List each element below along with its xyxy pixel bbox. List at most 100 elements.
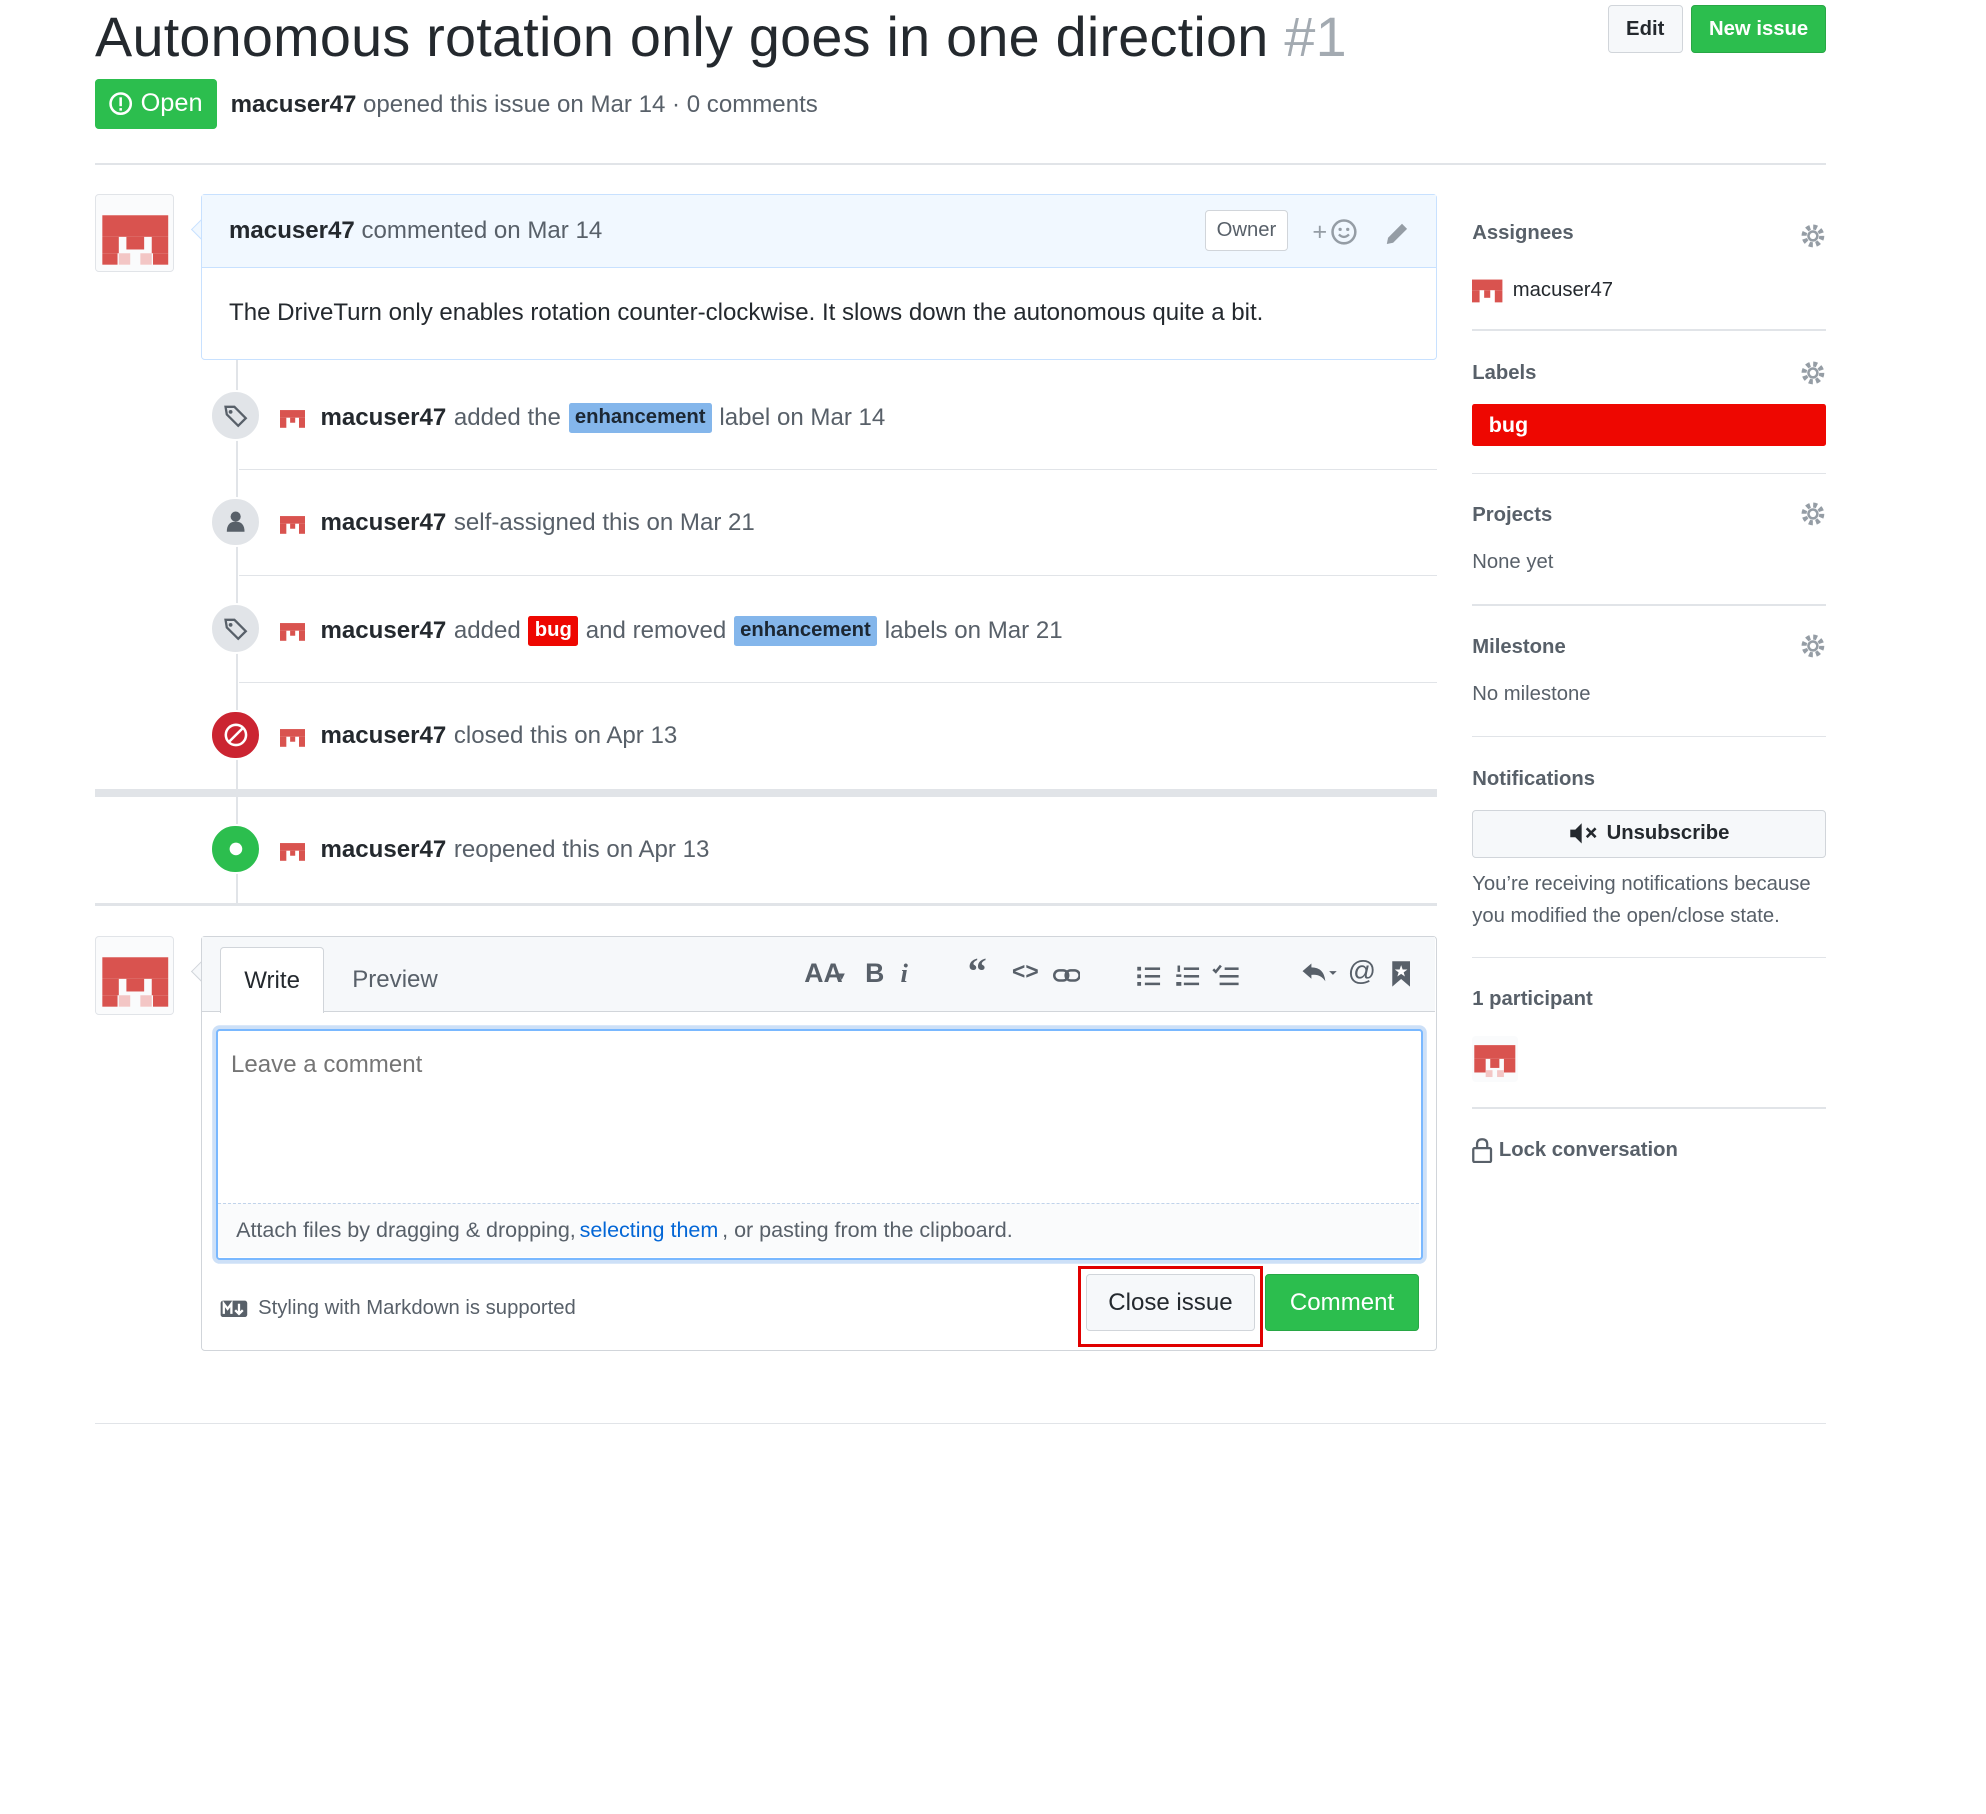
projects-value: None yet: [1472, 551, 1554, 574]
select-files-link[interactable]: selecting them: [580, 1218, 719, 1243]
tab-preview[interactable]: Preview: [334, 947, 456, 1013]
unsubscribe-label: Unsubscribe: [1606, 822, 1730, 845]
add-reaction-button[interactable]: +: [1312, 218, 1357, 247]
heading-icon[interactable]: AA: [804, 958, 842, 989]
event-relabeled: macuser47 added bug and removed enhancem…: [280, 615, 1063, 647]
avatar[interactable]: [280, 511, 306, 536]
enhancement-label[interactable]: enhancement: [733, 615, 878, 647]
timeline-break: [95, 789, 1437, 797]
sidebar-divider: [1472, 472, 1826, 474]
avatar[interactable]: [280, 618, 306, 643]
event-text: added: [453, 616, 521, 644]
italic-icon[interactable]: i: [901, 958, 908, 989]
event-text: label on Mar 14: [719, 404, 886, 432]
new-issue-button[interactable]: New issue: [1691, 5, 1826, 54]
sidebar-label-bug[interactable]: bug: [1472, 404, 1826, 446]
reaction-plus: +: [1312, 217, 1328, 246]
gear-icon[interactable]: [1799, 632, 1827, 660]
avatar[interactable]: [280, 405, 306, 430]
event-text: added the: [453, 404, 561, 432]
comment-timestamp[interactable]: commented on Mar 14: [361, 217, 602, 245]
lock-conversation-link[interactable]: Lock conversation: [1472, 1137, 1678, 1163]
event-badge: [210, 496, 261, 548]
event-labeled: macuser47 added the enhancement label on…: [280, 402, 886, 434]
comment-header: macuser47 commented on Mar 14 Owner +: [202, 194, 1436, 269]
issue-opened-icon: [108, 92, 132, 116]
edit-button[interactable]: Edit: [1607, 5, 1683, 54]
avatar[interactable]: [280, 838, 306, 863]
notifications-heading: Notifications: [1472, 767, 1595, 790]
person-icon: [226, 511, 245, 533]
event-badge: [210, 390, 261, 441]
sidebar-divider: [1472, 736, 1826, 738]
bug-label[interactable]: bug: [528, 615, 579, 647]
event-actor-link[interactable]: macuser47: [321, 836, 447, 864]
markdown-icon: [220, 1300, 248, 1317]
markdown-hint[interactable]: Styling with Markdown is supported: [220, 1297, 576, 1320]
issue-meta-text: opened this issue on Mar 14 · 0 comments: [363, 91, 818, 119]
participants-heading: 1 participant: [1472, 988, 1593, 1011]
pencil-icon[interactable]: [1383, 220, 1411, 248]
ordered-list-icon[interactable]: [1175, 963, 1200, 988]
comment-button[interactable]: Comment: [1265, 1274, 1419, 1332]
avatar[interactable]: [95, 936, 174, 1015]
highlight-box: [1078, 1265, 1264, 1347]
gear-icon[interactable]: [1799, 359, 1827, 387]
bold-icon[interactable]: B: [865, 958, 884, 989]
event-text: reopened this on Apr 13: [453, 836, 710, 864]
gear-icon[interactable]: [1799, 222, 1827, 250]
owner-badge: Owner: [1204, 210, 1289, 251]
issue-author-link[interactable]: macuser47: [231, 91, 357, 118]
identicon-icon: [102, 957, 169, 1007]
avatar[interactable]: [95, 193, 174, 273]
tab-write[interactable]: Write: [220, 947, 325, 1014]
event-divider: [239, 575, 1437, 577]
mention-icon[interactable]: @: [1348, 955, 1376, 987]
task-list-icon[interactable]: [1212, 963, 1240, 988]
tag-icon: [224, 618, 248, 641]
event-actor-link[interactable]: macuser47: [321, 617, 447, 645]
circle-slash-icon: [224, 723, 248, 747]
tag-icon: [224, 405, 248, 428]
unsubscribe-button[interactable]: Unsubscribe: [1472, 809, 1826, 858]
comment-body: The DriveTurn only enables rotation coun…: [229, 298, 1264, 326]
participant-avatar[interactable]: [1472, 1036, 1518, 1082]
milestone-heading[interactable]: Milestone: [1472, 636, 1565, 659]
status-label: Open: [140, 89, 203, 118]
timeline-end-divider: [95, 903, 1437, 906]
avatar: [1472, 279, 1503, 303]
assignee-item[interactable]: macuser47: [1472, 275, 1613, 305]
identicon-icon: [102, 215, 169, 265]
status-badge: Open: [95, 78, 217, 130]
code-icon[interactable]: <>: [1012, 958, 1039, 985]
identicon-icon: [1474, 1045, 1516, 1078]
event-actor-link[interactable]: macuser47: [321, 722, 447, 750]
assignee-name: macuser47: [1512, 278, 1614, 301]
issue-title: Autonomous rotation only goes in one dir…: [95, 5, 1347, 69]
comment-textarea[interactable]: Attach files by dragging & dropping, sel…: [216, 1028, 1423, 1261]
event-actor-link[interactable]: macuser47: [321, 404, 447, 432]
reply-icon[interactable]: [1300, 961, 1338, 986]
event-text: labels on Mar 21: [884, 616, 1063, 644]
link-icon[interactable]: [1052, 964, 1081, 987]
comment-author-link[interactable]: macuser47: [229, 217, 355, 245]
issue-comment: macuser47 commented on Mar 14 Owner + Th…: [201, 193, 1437, 360]
labels-heading[interactable]: Labels: [1472, 362, 1536, 385]
comment-input[interactable]: [231, 1050, 1397, 1079]
projects-heading[interactable]: Projects: [1472, 504, 1552, 527]
bookmark-icon[interactable]: [1391, 960, 1411, 988]
milestone-value: No milestone: [1472, 682, 1591, 705]
unordered-list-icon[interactable]: [1136, 963, 1161, 988]
quote-icon[interactable]: “: [968, 950, 987, 994]
attach-files-bar[interactable]: Attach files by dragging & dropping, sel…: [218, 1202, 1420, 1258]
notification-reason: You’re receiving notifications because y…: [1472, 873, 1811, 927]
event-actor-link[interactable]: macuser47: [321, 509, 447, 537]
enhancement-label[interactable]: enhancement: [568, 402, 712, 434]
gear-icon[interactable]: [1799, 500, 1827, 528]
issue-number: #1: [1284, 6, 1347, 69]
assignees-heading[interactable]: Assignees: [1472, 222, 1573, 245]
sidebar-divider: [1472, 1107, 1826, 1109]
avatar[interactable]: [280, 724, 306, 749]
event-assigned: macuser47 self-assigned this on Mar 21: [280, 509, 755, 537]
lock-icon: [1472, 1137, 1493, 1163]
